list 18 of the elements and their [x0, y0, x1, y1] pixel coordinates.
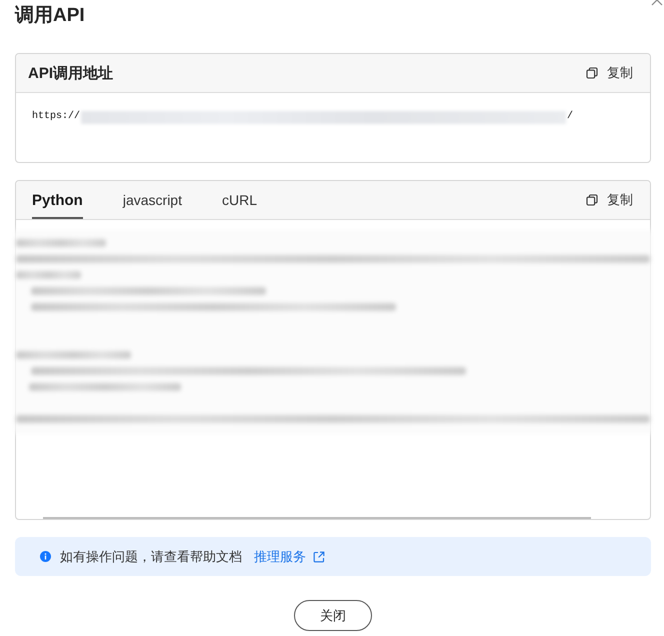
notice-text: 如有操作问题，请查看帮助文档 — [60, 548, 242, 566]
url-suffix: / — [567, 110, 574, 124]
code-language-tab[interactable]: cURL — [222, 181, 257, 219]
url-prefix: https:// — [32, 110, 80, 124]
copy-icon[interactable] — [586, 67, 598, 79]
help-link[interactable]: 推理服务 — [254, 548, 325, 566]
blurred-code-line — [16, 271, 81, 279]
dialog-title: 调用API — [15, 5, 85, 26]
external-link-icon — [313, 550, 325, 562]
copy-button[interactable]: 复制 — [586, 64, 633, 82]
card-title: API调用地址 — [28, 64, 114, 82]
close-button[interactable]: 关闭 — [294, 600, 372, 631]
info-icon — [40, 551, 51, 562]
copy-icon[interactable] — [586, 194, 598, 206]
code-language-tab[interactable]: javascript — [122, 181, 182, 219]
code-language-tab[interactable]: Python — [32, 181, 83, 219]
horizontal-scrollbar[interactable] — [43, 517, 591, 519]
copy-button[interactable]: 复制 — [586, 191, 633, 209]
